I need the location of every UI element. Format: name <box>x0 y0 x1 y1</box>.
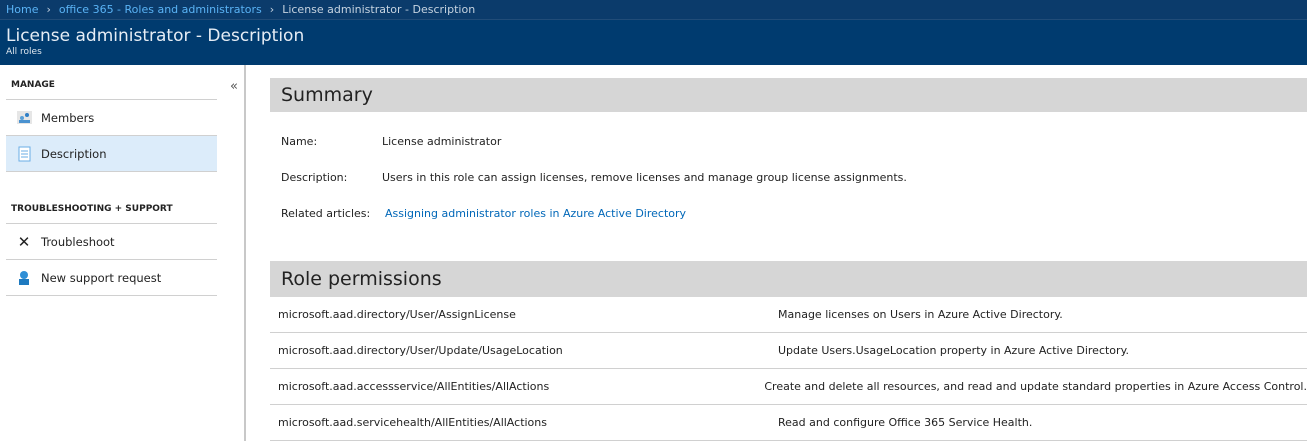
permission-description: Update Users.UsageLocation property in A… <box>778 344 1130 357</box>
sidebar-item-label: New support request <box>41 270 162 285</box>
page-title: License administrator - Description <box>6 26 305 46</box>
chevron-right-icon: › <box>46 3 51 16</box>
sidebar-item-label: Troubleshoot <box>41 234 115 249</box>
sidebar-item-description[interactable]: Description <box>6 136 217 172</box>
page-header: License administrator - Description All … <box>0 20 1307 65</box>
permission-description: Manage licenses on Users in Azure Active… <box>778 308 1063 321</box>
summary-name: Name: License administrator <box>270 123 1307 159</box>
tools-icon: ✕ <box>17 232 31 251</box>
description-label: Description: <box>281 170 348 184</box>
permission-action: microsoft.aad.directory/User/Update/Usag… <box>278 344 563 357</box>
sidebar-item-new-support-request[interactable]: New support request <box>6 260 217 296</box>
summary-articles: Related articles: Assigning administrator… <box>270 195 1307 231</box>
sidebar-item-label: Members <box>41 110 95 125</box>
permission-description: Read and configure Office 365 Service He… <box>778 416 1033 429</box>
sidebar: « MANAGE Members Description TROUBLESHOO… <box>0 65 246 441</box>
section-support: TROUBLESHOOTING + SUPPORT <box>6 195 217 224</box>
articles-label: Related articles: <box>281 206 371 220</box>
sidebar-item-members[interactable]: Members <box>6 100 217 136</box>
breadcrumb-current: License administrator - Description <box>282 3 476 16</box>
summary-heading: Summary <box>270 78 1307 112</box>
permissions-table: microsoft.aad.directory/User/AssignLicen… <box>270 297 1307 441</box>
summary-description: Description: Users in this role can assig… <box>270 159 1307 195</box>
sidebar-item-label: Description <box>41 146 107 161</box>
sidebar-item-troubleshoot[interactable]: ✕ Troubleshoot <box>6 224 217 260</box>
name-value: License administrator <box>382 134 502 148</box>
members-icon <box>16 110 32 126</box>
table-row: microsoft.aad.directory/User/Update/Usag… <box>270 333 1307 369</box>
breadcrumb-roles[interactable]: office 365 - Roles and administrators <box>59 3 262 16</box>
description-value: Users in this role can assign licenses, … <box>382 170 907 184</box>
table-row: microsoft.aad.directory/User/AssignLicen… <box>270 297 1307 333</box>
breadcrumb: Home › office 365 - Roles and administrat… <box>0 0 1307 20</box>
permission-action: microsoft.aad.servicehealth/AllEntities/… <box>278 416 547 429</box>
table-row: microsoft.aad.servicehealth/AllEntities/… <box>270 405 1307 441</box>
permission-action: microsoft.aad.accessservice/AllEntities/… <box>278 380 550 393</box>
permissions-heading: Role permissions <box>270 261 1307 297</box>
section-manage: MANAGE <box>6 65 217 100</box>
main-content: Summary Name: License administrator Descr… <box>270 78 1307 441</box>
document-icon <box>16 146 32 162</box>
name-label: Name: <box>281 134 318 148</box>
breadcrumb-home[interactable]: Home <box>6 3 38 16</box>
page-subtitle: All roles <box>6 47 42 57</box>
permission-description: Create and delete all resources, and rea… <box>764 380 1307 393</box>
chevron-right-icon: › <box>269 3 275 16</box>
support-icon <box>16 270 32 286</box>
collapse-icon[interactable]: « <box>230 79 238 94</box>
article-link[interactable]: Assigning administrator roles in Azure A… <box>385 207 686 220</box>
permission-action: microsoft.aad.directory/User/AssignLicen… <box>278 308 516 321</box>
table-row: microsoft.aad.accessservice/AllEntities/… <box>270 369 1307 405</box>
